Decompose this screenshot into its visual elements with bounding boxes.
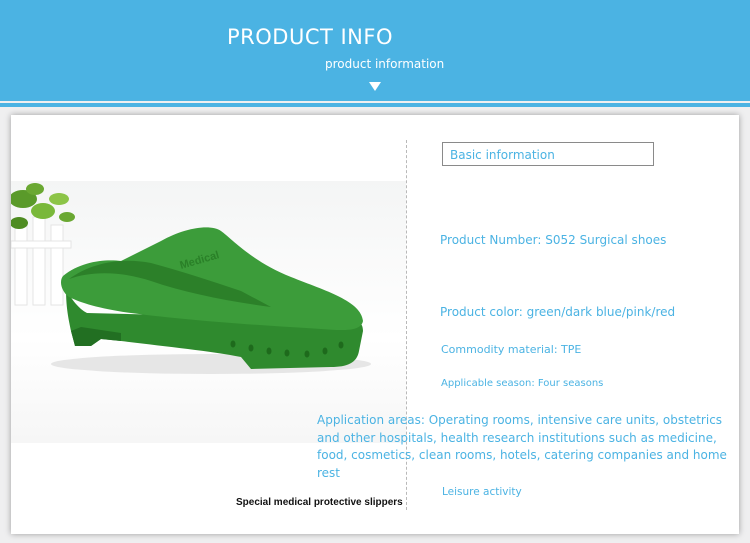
header-banner: PRODUCT INFO product information bbox=[0, 0, 750, 101]
applicable-season: Applicable season: Four seasons bbox=[441, 378, 604, 389]
basic-info-box: Basic information bbox=[442, 142, 654, 166]
product-info-card: Medical Special medical protective slipp… bbox=[11, 115, 739, 534]
page-title: PRODUCT INFO bbox=[227, 25, 394, 49]
application-areas: Application areas: Operating rooms, inte… bbox=[317, 413, 727, 480]
page-subtitle: product information bbox=[325, 57, 445, 71]
surgical-clog-illustration: Medical bbox=[11, 183, 371, 374]
product-number: Product Number: S052 Surgical shoes bbox=[440, 233, 667, 247]
product-color: Product color: green/dark blue/pink/red bbox=[440, 305, 676, 319]
product-image: Medical bbox=[11, 181, 406, 443]
header-divider-line bbox=[0, 103, 750, 107]
leisure-activity: Leisure activity bbox=[442, 486, 522, 498]
triangle-down-icon bbox=[369, 82, 381, 91]
product-caption: Special medical protective slippers bbox=[236, 497, 403, 508]
commodity-material: Commodity material: TPE bbox=[441, 343, 582, 356]
